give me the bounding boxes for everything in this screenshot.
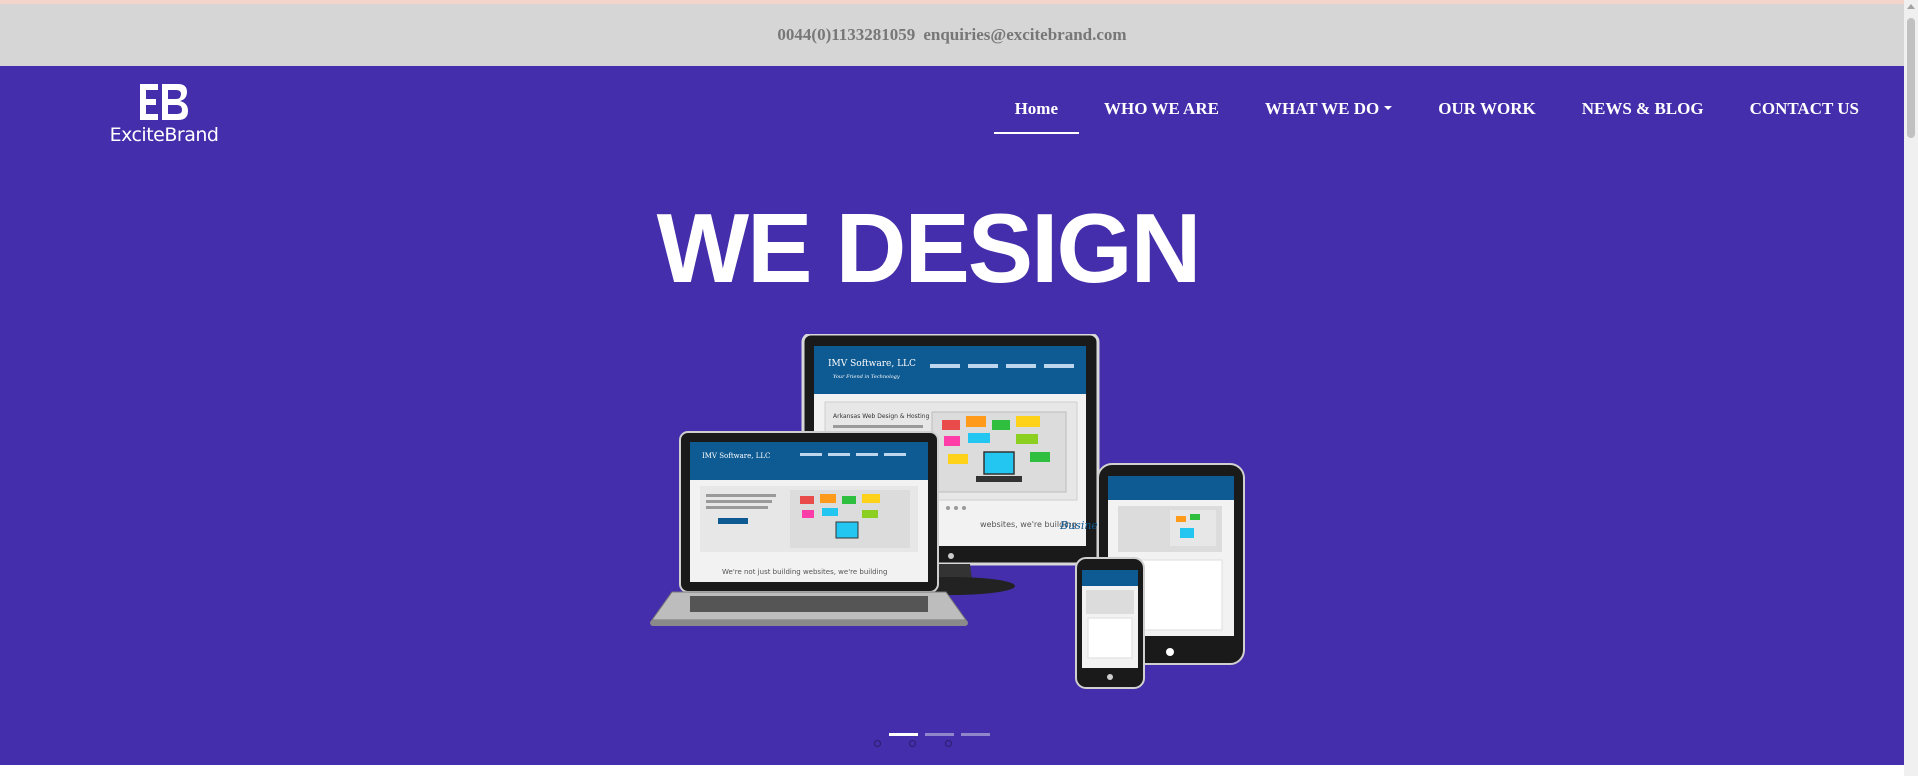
mockup-heading: Arkansas Web Design & Hosting: [833, 413, 930, 420]
carousel-indicator-3[interactable]: [961, 733, 990, 736]
eb-monogram-icon: [140, 84, 188, 120]
logo-wordmark: ExciteBrand: [109, 124, 219, 146]
nav-home[interactable]: Home: [992, 86, 1081, 134]
hero-headline: WE DESIGN: [656, 193, 1202, 303]
nav-our-work[interactable]: OUR WORK: [1415, 86, 1558, 134]
carousel-dot-3[interactable]: [945, 740, 952, 747]
carousel-dot-1[interactable]: [874, 740, 881, 747]
carousel-dot-2[interactable]: [909, 740, 916, 747]
site-logo[interactable]: ExciteBrand: [108, 82, 220, 148]
nav-what-we-do[interactable]: WHAT WE DO: [1242, 86, 1415, 134]
email-address[interactable]: enquiries@excitebrand.com: [923, 25, 1126, 45]
laptop-mockup-company: IMV Software, LLC: [702, 452, 770, 460]
carousel-indicator-1[interactable]: [889, 733, 918, 736]
chevron-down-icon: [1384, 106, 1393, 111]
nav-news-blog[interactable]: NEWS & BLOG: [1559, 86, 1727, 134]
mockup-tagline: Your Friend in Technology: [833, 374, 900, 380]
main-nav: Home WHO WE ARE WHAT WE DO OUR WORK NEWS…: [992, 86, 1882, 134]
responsive-devices-illustration: IMV Software, LLC Your Friend in Technol…: [650, 334, 1245, 689]
hero-banner: ExciteBrand Home WHO WE ARE WHAT WE DO O…: [0, 66, 1904, 765]
carousel-indicator-2[interactable]: [925, 733, 954, 736]
nav-who-we-are[interactable]: WHO WE ARE: [1081, 86, 1242, 134]
vertical-scrollbar[interactable]: [1904, 0, 1918, 776]
page-bottom-strip: [0, 765, 1904, 776]
contact-topbar: 0044(0)1133281059 enquiries@excitebrand.…: [0, 4, 1904, 66]
scrollbar-thumb[interactable]: [1907, 18, 1915, 138]
scroll-up-arrow-icon[interactable]: [1907, 4, 1915, 9]
phone-number[interactable]: 0044(0)1133281059: [777, 25, 915, 45]
nav-contact-us[interactable]: CONTACT US: [1727, 86, 1882, 134]
laptop-mockup-slogan: We're not just building websites, we're …: [722, 568, 887, 576]
nav-what-we-do-label: WHAT WE DO: [1264, 99, 1380, 118]
mockup-company: IMV Software, LLC: [828, 359, 916, 369]
